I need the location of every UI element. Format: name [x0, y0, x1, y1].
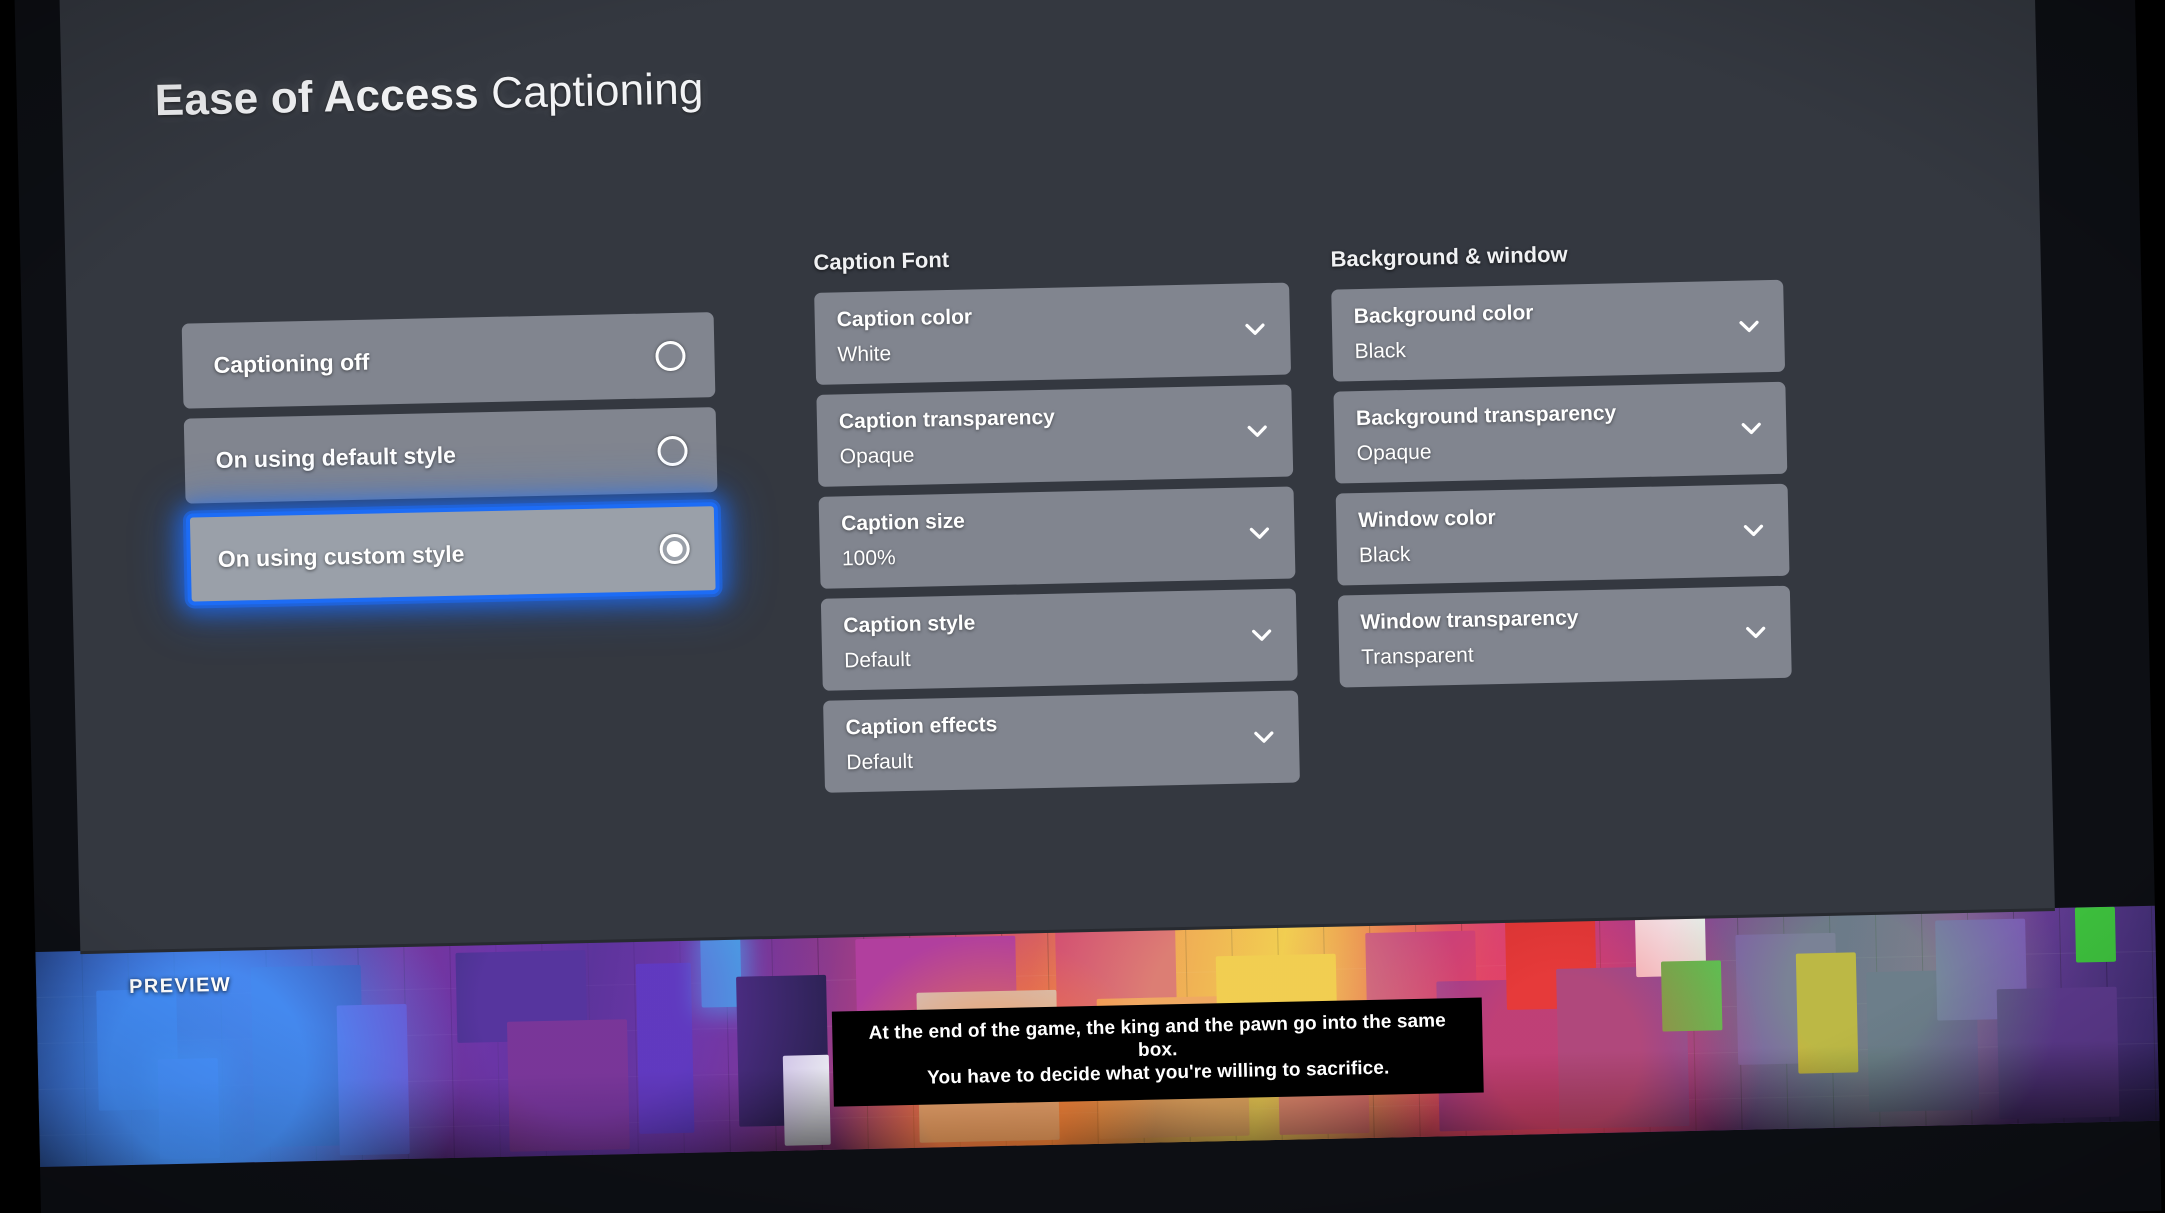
page-title-bold: Ease of Access	[154, 69, 480, 126]
dropdown-label: Caption color	[836, 305, 973, 332]
mode-option-label: Captioning off	[213, 348, 370, 379]
radio-icon[interactable]	[655, 340, 686, 371]
caption-preview-box: At the end of the game, the king and the…	[831, 997, 1484, 1107]
dropdown-label: Caption effects	[845, 713, 998, 740]
dropdown-value: Opaque	[1356, 440, 1432, 466]
mode-option-default-style[interactable]: On using default style	[183, 407, 718, 504]
background-window-heading: Background & window	[1330, 241, 1568, 272]
dropdown-value: Transparent	[1360, 643, 1474, 670]
radio-icon[interactable]	[657, 435, 688, 466]
dropdown-value: 100%	[841, 546, 896, 571]
dropdown-value: White	[837, 342, 892, 367]
dropdown-caption-color[interactable]: Caption color White	[814, 282, 1292, 385]
dropdown-window-transparency[interactable]: Window transparency Transparent	[1337, 585, 1792, 688]
chevron-down-icon[interactable]	[1251, 724, 1278, 751]
settings-panel: Ease of Access Captioning Captioning off…	[59, 0, 2055, 955]
chevron-down-icon[interactable]	[1738, 415, 1765, 442]
dropdown-label: Caption transparency	[838, 405, 1056, 434]
dropdown-caption-effects[interactable]: Caption effects Default	[823, 690, 1300, 793]
dropdown-caption-size[interactable]: Caption size 100%	[818, 486, 1296, 589]
dropdown-value: Default	[843, 648, 911, 673]
dropdown-label: Caption size	[840, 509, 966, 536]
preview-label: PREVIEW	[128, 973, 232, 999]
page-title: Ease of Access Captioning	[154, 64, 704, 126]
dropdown-label: Caption style	[843, 611, 976, 638]
dropdown-value: Black	[1358, 543, 1411, 568]
dropdown-value: Default	[846, 750, 914, 775]
chevron-down-icon[interactable]	[1248, 622, 1275, 649]
dropdown-background-transparency[interactable]: Background transparency Opaque	[1333, 381, 1788, 484]
dropdown-label: Background transparency	[1355, 401, 1617, 431]
captioning-mode-group: Captioning off On using default style On…	[181, 312, 720, 616]
radio-selected-icon[interactable]	[659, 533, 691, 565]
dropdown-caption-transparency[interactable]: Caption transparency Opaque	[816, 384, 1294, 487]
mode-option-label: On using default style	[215, 441, 457, 473]
tv-screen: At the end of the game, the king and the…	[14, 0, 2162, 1213]
dropdown-label: Window color	[1357, 506, 1496, 533]
dropdown-value: Opaque	[839, 444, 915, 469]
mode-option-custom-style[interactable]: On using custom style	[185, 502, 720, 606]
caption-font-group: Caption Font Caption color White Caption…	[813, 240, 1300, 803]
chevron-down-icon[interactable]	[1742, 619, 1769, 646]
page-title-regular: Captioning	[478, 64, 705, 119]
chevron-down-icon[interactable]	[1740, 517, 1767, 544]
dropdown-value: Black	[1354, 339, 1407, 364]
dropdown-background-color[interactable]: Background color Black	[1331, 279, 1786, 382]
chevron-down-icon[interactable]	[1246, 520, 1273, 547]
dropdown-label: Background color	[1353, 301, 1534, 329]
chevron-down-icon[interactable]	[1244, 418, 1271, 445]
background-window-group: Background & window Background color Bla…	[1330, 237, 1792, 698]
photographed-screen: At the end of the game, the king and the…	[0, 0, 2165, 1213]
chevron-down-icon[interactable]	[1736, 313, 1763, 340]
mode-option-captioning-off[interactable]: Captioning off	[181, 312, 716, 409]
dropdown-caption-style[interactable]: Caption style Default	[820, 588, 1298, 691]
dropdown-label: Window transparency	[1360, 606, 1579, 635]
mode-option-label: On using custom style	[217, 540, 465, 572]
caption-font-heading: Caption Font	[813, 246, 950, 275]
chevron-down-icon[interactable]	[1242, 316, 1269, 343]
dropdown-window-color[interactable]: Window color Black	[1335, 483, 1790, 586]
